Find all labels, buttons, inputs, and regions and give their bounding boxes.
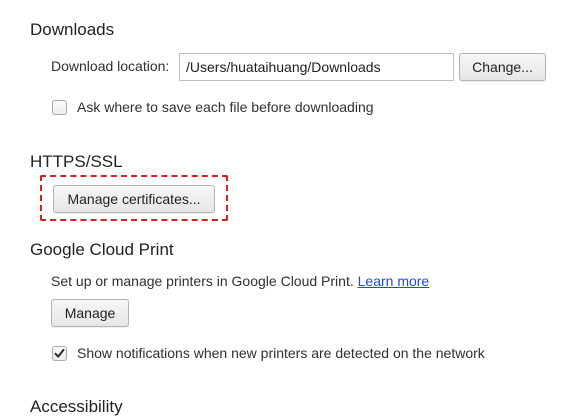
change-download-location-button[interactable]: Change... <box>459 53 546 81</box>
cloud-print-manage-button[interactable]: Manage <box>51 299 129 327</box>
downloads-section-title: Downloads <box>30 20 115 39</box>
cloud-print-section-title: Google Cloud Print <box>30 240 174 259</box>
learn-more-link[interactable]: Learn more <box>358 273 430 289</box>
manage-certificates-button[interactable]: Manage certificates... <box>53 185 215 213</box>
download-location-label: Download location: <box>51 58 170 74</box>
ask-where-to-save-checkbox[interactable] <box>52 100 67 115</box>
checkmark-icon <box>54 348 65 358</box>
accessibility-section-title: Accessibility <box>30 397 123 416</box>
ask-where-to-save-label: Ask where to save each file before downl… <box>77 99 374 115</box>
cloud-print-description-text: Set up or manage printers in Google Clou… <box>51 273 354 289</box>
download-location-field[interactable]: /Users/huataihuang/Downloads <box>179 53 454 81</box>
https-ssl-section-title: HTTPS/SSL <box>30 152 123 171</box>
cloud-print-description: Set up or manage printers in Google Clou… <box>51 273 429 289</box>
printer-notifications-checkbox[interactable] <box>52 346 67 361</box>
printer-notifications-label: Show notifications when new printers are… <box>77 345 485 361</box>
